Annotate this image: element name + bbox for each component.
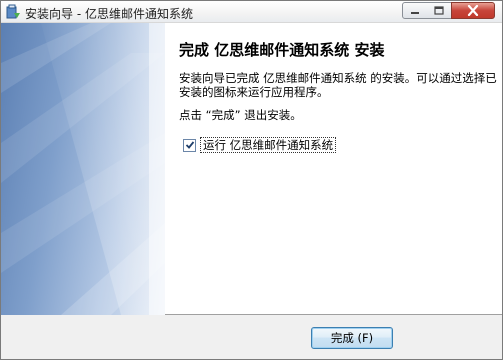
- close-icon: [467, 5, 479, 16]
- checkmark-icon: [185, 141, 194, 149]
- minimize-icon: [411, 11, 419, 14]
- run-app-label[interactable]: 运行 亿思维邮件通知系统: [200, 137, 337, 153]
- installer-icon: [5, 4, 21, 20]
- button-bar: 完成 (F): [1, 316, 502, 359]
- page-title: 完成 亿思维邮件通知系统 安装: [179, 41, 385, 59]
- window-title: 安装向导 - 亿思维邮件通知系统: [25, 7, 193, 21]
- minimize-button[interactable]: [402, 2, 428, 19]
- close-button[interactable]: [451, 2, 495, 19]
- run-app-checkbox[interactable]: [183, 138, 196, 152]
- maximize-icon: [434, 6, 444, 15]
- completion-message: 安装向导已完成 亿思维邮件通知系统 的安装。可以通过选择已安装的图标来运行应用程…: [179, 71, 497, 99]
- maximize-button[interactable]: [427, 2, 452, 19]
- installer-window: 安装向导 - 亿思维邮件通知系统 完成 亿思维邮件通知系统 安装 安装向导已完成…: [0, 0, 503, 360]
- run-app-option[interactable]: 运行 亿思维邮件通知系统: [183, 137, 337, 153]
- exit-instruction: 点击 “完成” 退出安装。: [179, 108, 302, 122]
- wizard-main: 完成 亿思维邮件通知系统 安装 安装向导已完成 亿思维邮件通知系统 的安装。可以…: [165, 23, 502, 315]
- wizard-side-image: [1, 23, 165, 315]
- finish-button[interactable]: 完成 (F): [311, 327, 393, 349]
- title-bar: 安装向导 - 亿思维邮件通知系统: [1, 1, 502, 23]
- wizard-content: 完成 亿思维邮件通知系统 安装 安装向导已完成 亿思维邮件通知系统 的安装。可以…: [1, 23, 502, 315]
